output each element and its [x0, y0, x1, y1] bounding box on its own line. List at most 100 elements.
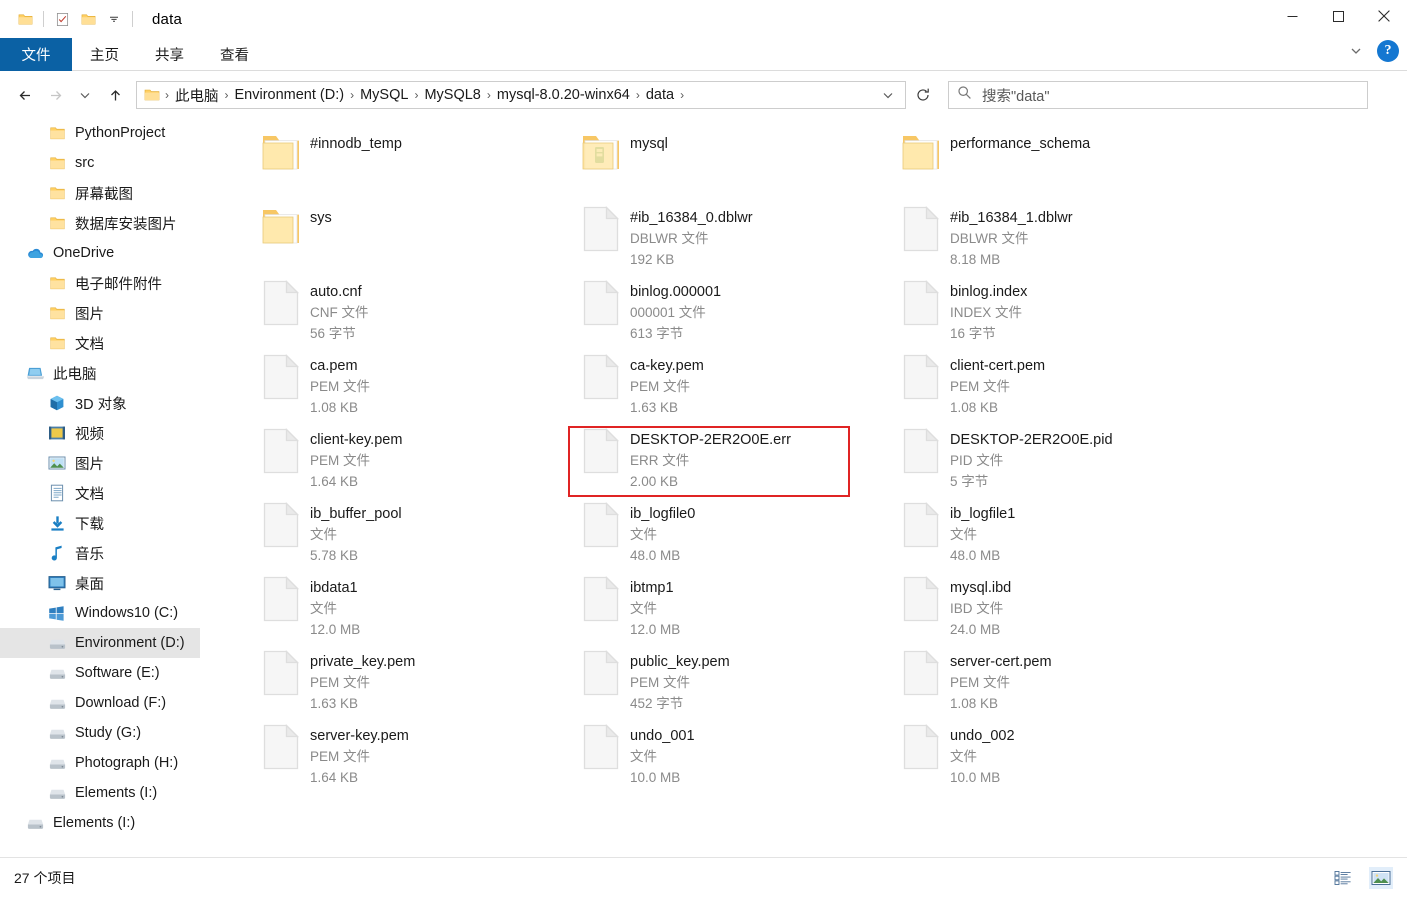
sidebar-item-12[interactable]: 图片: [0, 448, 200, 478]
file-item[interactable]: mysql.ibd IBD 文件 24.0 MB: [892, 572, 1212, 646]
file-item[interactable]: binlog.000001 000001 文件 613 字节: [572, 276, 892, 350]
sidebar-item-7[interactable]: 图片: [0, 298, 200, 328]
file-name: #ib_16384_0.dblwr: [630, 210, 753, 226]
file-item[interactable]: DESKTOP-2ER2O0E.err ERR 文件 2.00 KB: [572, 424, 892, 498]
file-item[interactable]: auto.cnf CNF 文件 56 字节: [252, 276, 572, 350]
breadcrumb-dropdown-icon[interactable]: [875, 88, 901, 102]
file-item[interactable]: public_key.pem PEM 文件 452 字节: [572, 646, 892, 720]
sidebar-item-11[interactable]: 视频: [0, 418, 200, 448]
file-item[interactable]: ca.pem PEM 文件 1.08 KB: [252, 350, 572, 424]
help-icon[interactable]: ?: [1377, 40, 1399, 62]
sidebar-item-8[interactable]: 文档: [0, 328, 200, 358]
breadcrumb-item-mysql8[interactable]: MySQL8: [420, 87, 484, 103]
sidebar-item-19[interactable]: Software (E:): [0, 658, 200, 688]
breadcrumb[interactable]: › 此电脑 › Environment (D:) › MySQL › MySQL…: [136, 81, 906, 109]
file-item[interactable]: client-key.pem PEM 文件 1.64 KB: [252, 424, 572, 498]
new-folder-icon[interactable]: [75, 6, 101, 32]
details-view-toggle[interactable]: [1331, 867, 1355, 889]
tab-view[interactable]: 查看: [202, 38, 267, 71]
up-button[interactable]: [100, 79, 130, 111]
sidebar-item-13[interactable]: 文档: [0, 478, 200, 508]
file-item[interactable]: DESKTOP-2ER2O0E.pid PID 文件 5 字节: [892, 424, 1212, 498]
tab-file[interactable]: 文件: [0, 38, 72, 71]
back-button[interactable]: [10, 79, 40, 111]
minimize-button[interactable]: [1269, 0, 1315, 32]
this-pc-icon: [24, 362, 46, 384]
file-item[interactable]: binlog.index INDEX 文件 16 字节: [892, 276, 1212, 350]
file-item[interactable]: ibtmp1 文件 12.0 MB: [572, 572, 892, 646]
file-item[interactable]: undo_002 文件 10.0 MB: [892, 720, 1212, 794]
large-icons-view-toggle[interactable]: [1369, 866, 1393, 889]
file-type: 文件: [950, 527, 977, 542]
tab-share[interactable]: 共享: [137, 38, 202, 71]
sidebar-item-21[interactable]: Study (G:): [0, 718, 200, 748]
maximize-button[interactable]: [1315, 0, 1361, 32]
folder-icon[interactable]: [12, 6, 38, 32]
file-item[interactable]: private_key.pem PEM 文件 1.63 KB: [252, 646, 572, 720]
file-name: ibdata1: [310, 580, 358, 596]
sidebar-item-1[interactable]: PythonProject: [0, 118, 200, 148]
breadcrumb-item-data[interactable]: data: [642, 87, 678, 103]
tab-home[interactable]: 主页: [72, 38, 137, 71]
sidebar-item-17[interactable]: Windows10 (C:): [0, 598, 200, 628]
folder-item[interactable]: mysql: [572, 128, 892, 202]
folder-item[interactable]: performance_schema: [892, 128, 1212, 202]
sidebar-item-18[interactable]: Environment (D:): [0, 628, 200, 658]
file-item[interactable]: #ib_16384_1.dblwr DBLWR 文件 8.18 MB: [892, 202, 1212, 276]
file-item[interactable]: #ib_16384_0.dblwr DBLWR 文件 192 KB: [572, 202, 892, 276]
file-item[interactable]: client-cert.pem PEM 文件 1.08 KB: [892, 350, 1212, 424]
sidebar-item-23[interactable]: Elements (I:): [0, 778, 200, 808]
customize-qat-icon[interactable]: [101, 6, 127, 32]
breadcrumb-item-this-pc[interactable]: 此电脑: [171, 85, 223, 106]
folder-item[interactable]: sys: [252, 202, 572, 276]
file-icon: [252, 646, 310, 696]
file-item[interactable]: ca-key.pem PEM 文件 1.63 KB: [572, 350, 892, 424]
sidebar-item-6[interactable]: 电子邮件附件: [0, 268, 200, 298]
refresh-button[interactable]: [906, 81, 940, 109]
file-type: PEM 文件: [310, 379, 371, 394]
file-list-pane[interactable]: #innodb_temp mysql performance_schema sys #i…: [200, 118, 1407, 857]
file-item[interactable]: ibdata1 文件 12.0 MB: [252, 572, 572, 646]
file-item[interactable]: ib_logfile0 文件 48.0 MB: [572, 498, 892, 572]
file-item[interactable]: ib_logfile1 文件 48.0 MB: [892, 498, 1212, 572]
sidebar-item-15[interactable]: 音乐: [0, 538, 200, 568]
sidebar-item-5[interactable]: OneDrive: [0, 238, 200, 268]
breadcrumb-item-mysql-winx64[interactable]: mysql-8.0.20-winx64: [493, 87, 634, 103]
sidebar-item-label: 音乐: [75, 546, 104, 563]
breadcrumb-item-environment-d[interactable]: Environment (D:): [231, 87, 349, 103]
windows-drive-icon: [46, 602, 68, 624]
sidebar-item-9[interactable]: 此电脑: [0, 358, 200, 388]
sidebar-item-2[interactable]: src: [0, 148, 200, 178]
search-input[interactable]: 搜索"data": [982, 85, 1050, 106]
item-count-label: 27 个项目: [14, 869, 76, 886]
folder-item[interactable]: #innodb_temp: [252, 128, 572, 202]
file-item[interactable]: server-cert.pem PEM 文件 1.08 KB: [892, 646, 1212, 720]
folder-icon: [46, 272, 68, 294]
sidebar-item-20[interactable]: Download (F:): [0, 688, 200, 718]
close-button[interactable]: [1361, 0, 1407, 32]
sidebar-item-4[interactable]: 数据库安装图片: [0, 208, 200, 238]
forward-button[interactable]: [40, 79, 70, 111]
file-item[interactable]: ib_buffer_pool 文件 5.78 KB: [252, 498, 572, 572]
sidebar-item-24[interactable]: Elements (I:): [0, 808, 200, 838]
file-item[interactable]: server-key.pem PEM 文件 1.64 KB: [252, 720, 572, 794]
file-name: undo_001: [630, 728, 695, 744]
search-box[interactable]: 搜索"data": [948, 81, 1368, 109]
file-size: 5.78 KB: [310, 548, 359, 563]
sidebar-item-10[interactable]: 3D 对象: [0, 388, 200, 418]
file-name: mysql: [630, 136, 668, 152]
sidebar-item-22[interactable]: Photograph (H:): [0, 748, 200, 778]
file-meta: undo_002 文件 10.0 MB: [950, 720, 1015, 788]
file-type: IBD 文件: [950, 601, 1004, 616]
title-bar: data: [0, 0, 1407, 38]
properties-icon[interactable]: [49, 6, 75, 32]
sidebar-item-3[interactable]: 屏幕截图: [0, 178, 200, 208]
drive-icon: [46, 692, 68, 714]
chevron-down-icon[interactable]: [1345, 40, 1367, 62]
file-item[interactable]: undo_001 文件 10.0 MB: [572, 720, 892, 794]
file-meta: DESKTOP-2ER2O0E.pid PID 文件 5 字节: [950, 424, 1113, 492]
sidebar-item-14[interactable]: 下载: [0, 508, 200, 538]
sidebar-item-16[interactable]: 桌面: [0, 568, 200, 598]
breadcrumb-item-mysql[interactable]: MySQL: [356, 87, 412, 103]
recent-locations-button[interactable]: [70, 79, 100, 111]
